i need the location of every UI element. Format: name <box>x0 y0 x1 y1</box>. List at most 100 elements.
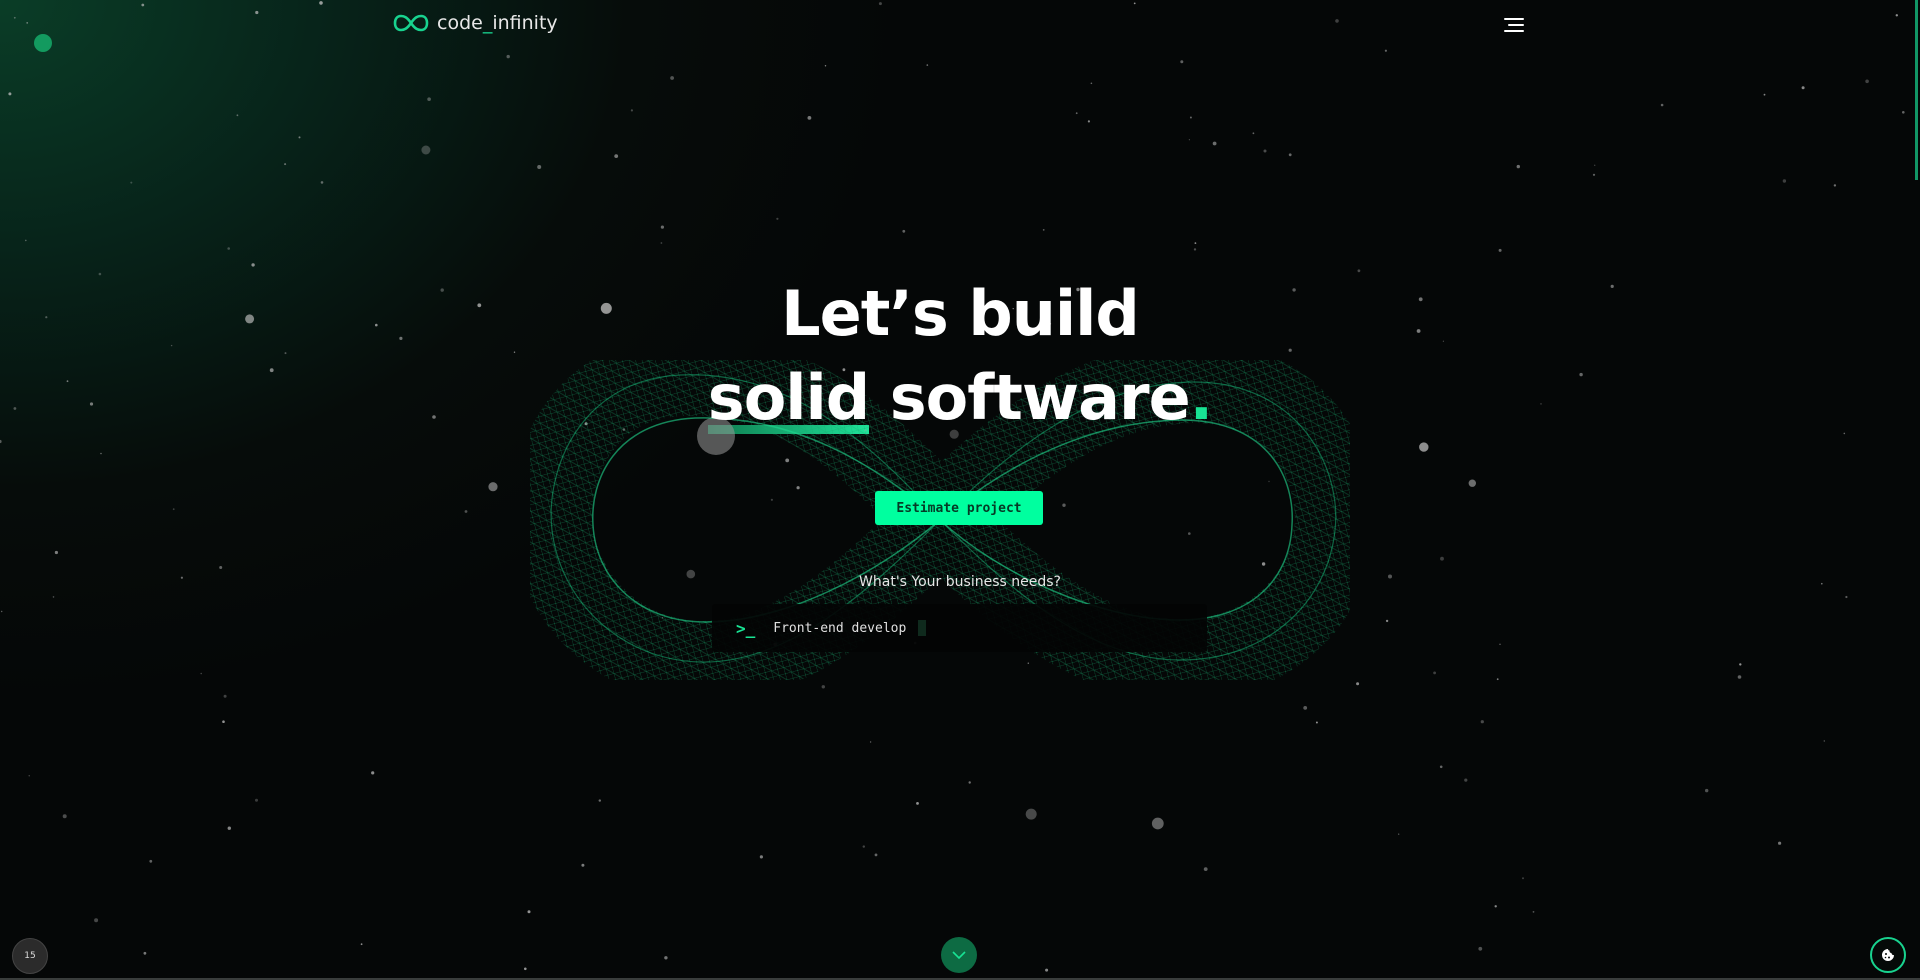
star <box>421 145 431 155</box>
star <box>807 116 812 120</box>
star <box>874 853 878 857</box>
star <box>1763 93 1766 96</box>
star <box>1194 242 1197 245</box>
star <box>537 165 542 169</box>
star <box>1288 153 1292 157</box>
star <box>1865 79 1869 84</box>
star <box>506 54 510 59</box>
star <box>660 242 663 244</box>
star <box>1660 103 1664 107</box>
star <box>1705 788 1709 793</box>
terminal-typing-box: >_ Front-end develop <box>712 604 1207 652</box>
star <box>581 863 585 867</box>
star <box>902 229 906 233</box>
star <box>1845 595 1848 599</box>
star <box>13 16 16 19</box>
star <box>1592 173 1596 176</box>
star <box>968 781 971 784</box>
star <box>664 956 668 960</box>
star <box>1439 765 1443 769</box>
star <box>319 1 323 5</box>
terminal-cursor <box>918 620 927 636</box>
star <box>1498 248 1502 252</box>
star <box>464 510 468 513</box>
star <box>371 771 375 775</box>
star <box>1522 877 1524 880</box>
star <box>488 482 498 492</box>
star <box>1398 833 1400 835</box>
star <box>284 163 287 166</box>
scroll-down-button[interactable] <box>941 937 977 973</box>
star <box>1737 675 1742 679</box>
star <box>1212 141 1217 146</box>
star <box>1042 229 1045 231</box>
logo-link[interactable]: code_infinity <box>393 12 558 34</box>
star <box>1516 164 1521 169</box>
page-number-badge: 15 <box>12 938 48 974</box>
star <box>1189 116 1192 119</box>
star <box>1315 721 1318 724</box>
star <box>1478 946 1483 951</box>
star <box>1801 86 1805 90</box>
star <box>1902 111 1905 114</box>
star <box>28 775 30 777</box>
star <box>94 918 99 923</box>
star <box>227 247 230 250</box>
star <box>141 3 145 7</box>
star <box>1833 184 1837 187</box>
star <box>1193 248 1197 251</box>
star <box>1496 678 1499 681</box>
star <box>670 76 674 80</box>
star <box>776 217 779 220</box>
star <box>1480 720 1484 724</box>
star <box>1778 841 1782 845</box>
estimate-project-button[interactable]: Estimate project <box>875 491 1043 525</box>
star <box>219 566 223 569</box>
star <box>660 225 665 229</box>
page-scrollbar[interactable] <box>1915 0 1918 180</box>
star <box>54 550 59 555</box>
star <box>1532 911 1535 913</box>
star <box>1499 643 1501 645</box>
star <box>630 109 634 112</box>
star <box>1 610 3 613</box>
star <box>869 741 872 743</box>
star <box>255 798 258 802</box>
star <box>1203 867 1208 871</box>
star <box>1090 82 1093 85</box>
star <box>1335 19 1339 23</box>
star <box>149 859 153 863</box>
star <box>878 2 882 6</box>
terminal-prompt-icon: >_ <box>736 618 756 638</box>
hamburger-menu-icon[interactable] <box>1500 14 1524 36</box>
star <box>130 181 133 184</box>
star <box>598 799 601 802</box>
star <box>222 720 225 723</box>
star <box>1468 479 1477 487</box>
logo-text: code_infinity <box>437 12 558 34</box>
star <box>251 263 255 267</box>
star <box>1494 905 1497 908</box>
star <box>759 855 764 859</box>
star <box>862 845 865 848</box>
star <box>1433 671 1436 675</box>
headline-word: software <box>889 361 1191 434</box>
star <box>360 943 363 946</box>
star <box>527 910 531 914</box>
star <box>1133 2 1136 5</box>
star <box>236 114 239 117</box>
star <box>926 64 929 66</box>
star <box>1252 132 1255 135</box>
star <box>143 951 147 955</box>
star <box>524 967 527 971</box>
star <box>1087 120 1090 123</box>
cookie-settings-button[interactable] <box>1870 937 1906 973</box>
star <box>1464 778 1468 782</box>
star <box>0 439 2 444</box>
star <box>916 802 919 805</box>
star <box>255 10 259 15</box>
star <box>172 508 175 511</box>
star <box>1075 112 1078 115</box>
star <box>52 596 55 598</box>
star <box>1025 808 1037 820</box>
